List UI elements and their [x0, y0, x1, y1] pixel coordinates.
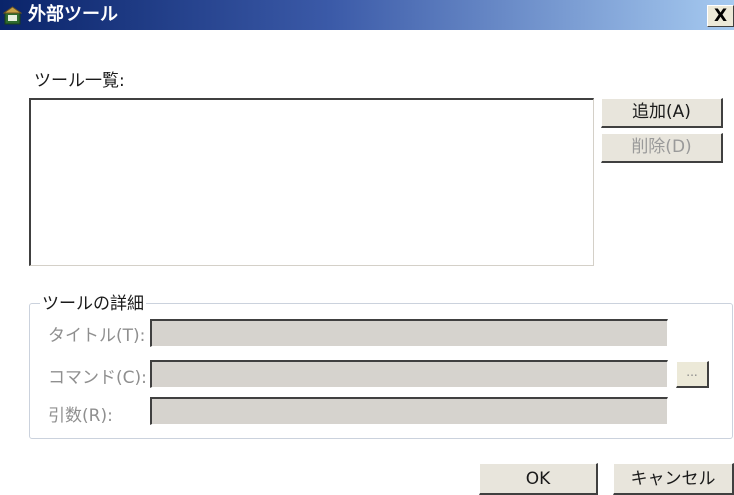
tools-window-icon	[2, 6, 23, 25]
ok-button[interactable]: OK	[479, 463, 598, 495]
tool-list-label: ツール一覧:	[34, 71, 125, 91]
close-button[interactable]: X	[707, 5, 734, 27]
title-field[interactable]	[150, 319, 668, 347]
title-field-label: タイトル(T):	[48, 326, 146, 346]
add-button[interactable]: 追加(A)	[601, 98, 723, 128]
browse-button[interactable]: ...	[676, 361, 709, 388]
cancel-button[interactable]: キャンセル	[613, 463, 734, 495]
tool-details-group-title: ツールの詳細	[40, 289, 146, 314]
tool-list[interactable]	[29, 98, 594, 266]
command-field-label: コマンド(C):	[48, 368, 147, 388]
window-title: 外部ツール	[28, 4, 118, 25]
arguments-field[interactable]	[150, 397, 668, 425]
arguments-field-label: 引数(R):	[48, 406, 113, 426]
delete-button[interactable]: 削除(D)	[601, 133, 723, 163]
command-field[interactable]	[150, 360, 668, 388]
title-bar: 外部ツール	[0, 0, 734, 30]
